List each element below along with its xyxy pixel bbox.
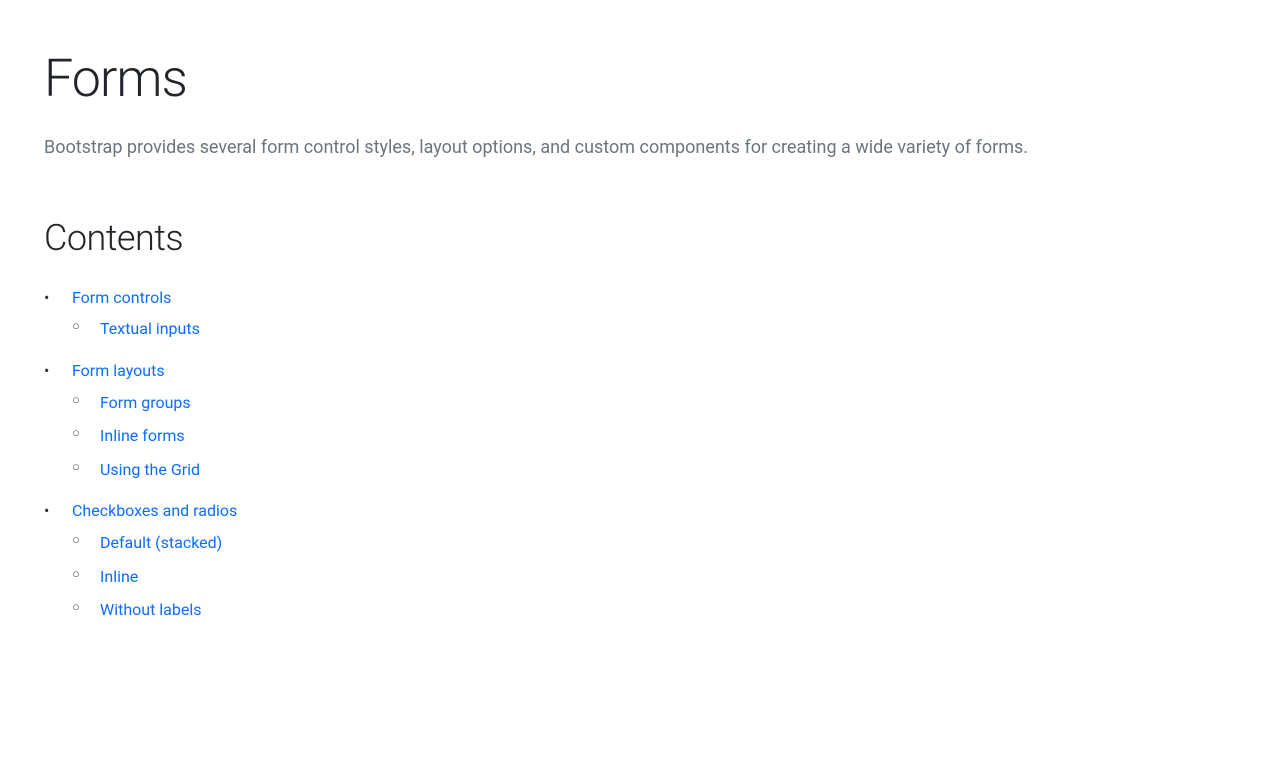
toc-link-textual-inputs[interactable]: Textual inputs	[100, 316, 200, 342]
page-description: Bootstrap provides several form control …	[44, 134, 1144, 163]
toc-link-default-stacked[interactable]: Default (stacked)	[100, 530, 222, 556]
toc-link-inline-forms[interactable]: Inline forms	[100, 423, 185, 449]
toc-subitem-inline-forms: ○ Inline forms	[72, 423, 200, 449]
toc-sublist-form-controls: ○ Textual inputs	[72, 316, 200, 350]
toc-sublist-form-layouts: ○ Form groups ○ Inline forms ○ Using the…	[72, 390, 200, 491]
toc-sublist-checkboxes-radios: ○ Default (stacked) ○ Inline ○ Without l…	[72, 530, 237, 631]
toc-link-form-groups[interactable]: Form groups	[100, 390, 191, 416]
toc-item-form-layouts: • Form layouts ○ Form groups ○ Inline fo…	[44, 358, 1220, 490]
toc-subitem-textual-inputs: ○ Textual inputs	[72, 316, 200, 342]
bullet-form-layouts: •	[44, 358, 68, 384]
toc-subitem-using-the-grid: ○ Using the Grid	[72, 457, 200, 483]
toc-item-wrapper-form-layouts: Form layouts ○ Form groups ○ Inline form…	[72, 358, 200, 490]
bullet-checkboxes-radios: •	[44, 498, 68, 524]
toc-item-form-controls: • Form controls ○ Textual inputs	[44, 285, 1220, 350]
toc-list: • Form controls ○ Textual inputs • Form …	[44, 285, 1220, 631]
bullet-inline-forms: ○	[72, 423, 100, 445]
bullet-form-groups: ○	[72, 390, 100, 412]
bullet-inline: ○	[72, 564, 100, 586]
contents-heading: Contents	[44, 211, 1220, 265]
toc-link-form-layouts[interactable]: Form layouts	[72, 358, 200, 384]
bullet-form-controls: •	[44, 285, 68, 311]
toc-link-using-the-grid[interactable]: Using the Grid	[100, 457, 200, 483]
page-title: Forms	[44, 40, 1220, 118]
toc-link-inline[interactable]: Inline	[100, 564, 138, 590]
toc-subitem-without-labels: ○ Without labels	[72, 597, 237, 623]
toc-subitem-inline: ○ Inline	[72, 564, 237, 590]
toc-link-without-labels[interactable]: Without labels	[100, 597, 202, 623]
toc-item-wrapper-checkboxes-radios: Checkboxes and radios ○ Default (stacked…	[72, 498, 237, 630]
toc-subitem-default-stacked: ○ Default (stacked)	[72, 530, 237, 556]
bullet-textual-inputs: ○	[72, 316, 100, 338]
toc-item-wrapper-form-controls: Form controls ○ Textual inputs	[72, 285, 200, 350]
bullet-without-labels: ○	[72, 597, 100, 619]
toc-subitem-form-groups: ○ Form groups	[72, 390, 200, 416]
toc-link-form-controls[interactable]: Form controls	[72, 285, 200, 311]
toc-item-checkboxes-radios: • Checkboxes and radios ○ Default (stack…	[44, 498, 1220, 630]
bullet-using-the-grid: ○	[72, 457, 100, 479]
toc-link-checkboxes-radios[interactable]: Checkboxes and radios	[72, 498, 237, 524]
bullet-default-stacked: ○	[72, 530, 100, 552]
